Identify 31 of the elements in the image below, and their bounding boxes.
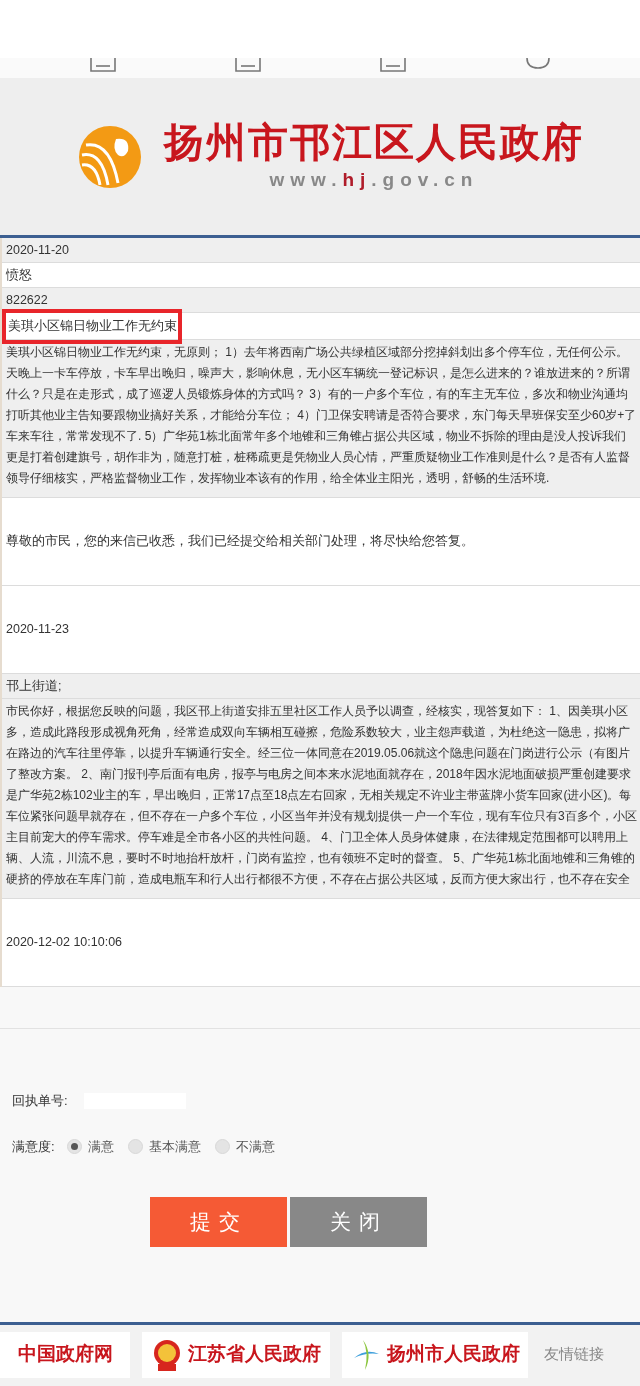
- footer-link[interactable]: 江苏省人民政府: [142, 1331, 330, 1378]
- footer-link[interactable]: 友情链接: [540, 1331, 608, 1378]
- field-text: 愤怒: [6, 266, 32, 284]
- close-button[interactable]: 关闭: [290, 1196, 427, 1247]
- document-icon[interactable]: [89, 58, 116, 72]
- footer-link[interactable]: 扬州市人民政府: [342, 1331, 528, 1378]
- message-text: 美琪小区锦日物业工作无约束，无原则； 1）去年将西南广场公共绿植区域部分挖掉斜划出多个停车位，无任何公示。 天晚上一卡车停放，卡车早出晚归，噪声大，影响休息，无小区车辆统一登记标识，是怎么进来的？谁放进来的？所谓 什么？只是在走形式，成了巡逻人员锻炼身体的方式吗？ 3）有的一户多个车位，有的车主无车位，多次和物业沟通均 打听其他业主告知要跟物业搞好关系，才能给分车位； 4）门卫保安聘请是否符合要求，东门每天早班保安至少60岁+了 车来车往，常常发现不了. 5）广华苑1栋北面常年多个地锥和三角锥占据公共区域，物业不拆除的理由是没人投诉我们 更是打着创建旗号，胡作非为，随意打桩，桩稀疏更是凭物业人员心情，严重质疑物业工作准则是什么？是否有人监督 领导仔细核实，严格监督物业工作，发挥物业本该有的作用，给全体业主阳光，透明，舒畅的生活环境.: [6, 344, 638, 487]
- field-text: 822622: [6, 291, 48, 309]
- footer-link[interactable]: 中国政府网: [0, 1331, 130, 1378]
- field-text: 尊敬的市民，您的来信已收悉，我们已经提交给相关部门处理，将尽快给您答复。: [6, 533, 474, 551]
- emblem-icon: [151, 1337, 182, 1372]
- field-text: 2020-12-02 10:10:06: [6, 934, 123, 952]
- message-text: 市民你好，根据您反映的问题，我区邗上街道安排五里社区工作人员予以调查，经核实，现答复如下： 1、因美琪小区 多，造成此路段形成视角死角，经常造成双向车辆相互碰擦，危险系数较大，业主怨声载道，为杜绝这一隐患，拟将广 在路边的汽车往里停靠，以提升车辆通行安全。经三位一体同意在2019.05.06就这个隐患问题在门岗进行公示（有图片 了整改方案。 2、南门报刊亭后面有电房，报亭与电房之间本来水泥地面就存在，2018年因水泥地面破损严重创建要求 是广华苑2栋102业主的车，早出晚归，正常17点至18点左右回家，无相关规定不许业主带蓝牌小货车回家(进小区)。每 车位紧张问题早就存在，但不存在一户多个车位，小区当年并没有规划提供一户一个车位，现有车位只有3百多个，小区 主目前宠大的停车需求。停车难是全市各小区的共性问题。 4、门卫全体人员身体健康，在法律规定范围都可以聘用上 辆、人流，川流不息，要时不时地抬杆放杆，门岗有监控，也有领班不定时的督查。 5、广华苑1栋北面地锥和三角锥的 硬挤的停放在车库门前，造成电瓶车和行人出行都很不方便，不存在占据公共区域，反而方便大家出行，也不存在安全: [6, 703, 638, 888]
- subject-text: 美琪小区锦日物业工作无约束: [7, 317, 177, 335]
- radio-button[interactable]: [66, 1139, 82, 1155]
- logo-icon: [78, 124, 142, 189]
- radio-label: 基本满意: [148, 1138, 201, 1156]
- site-title: 扬州市邗江区人民政府: [164, 119, 584, 167]
- radio-label: 满意: [87, 1138, 114, 1156]
- document-icon[interactable]: [234, 58, 261, 72]
- site-url: www.hj.gov.cn: [269, 168, 479, 193]
- submit-button[interactable]: 提交: [150, 1196, 287, 1247]
- document-icon[interactable]: [379, 58, 406, 72]
- field-text: 2020-11-23: [6, 621, 69, 639]
- radio-button[interactable]: [127, 1139, 143, 1155]
- radio-label: 不满意: [235, 1138, 275, 1156]
- radio-button[interactable]: [214, 1139, 230, 1155]
- receipt-label: 回执单号:: [12, 1092, 68, 1111]
- satisfaction-label: 满意度:: [12, 1138, 55, 1156]
- field-text: 邗上街道;: [6, 677, 62, 695]
- field-text: 2020-11-20: [6, 241, 69, 259]
